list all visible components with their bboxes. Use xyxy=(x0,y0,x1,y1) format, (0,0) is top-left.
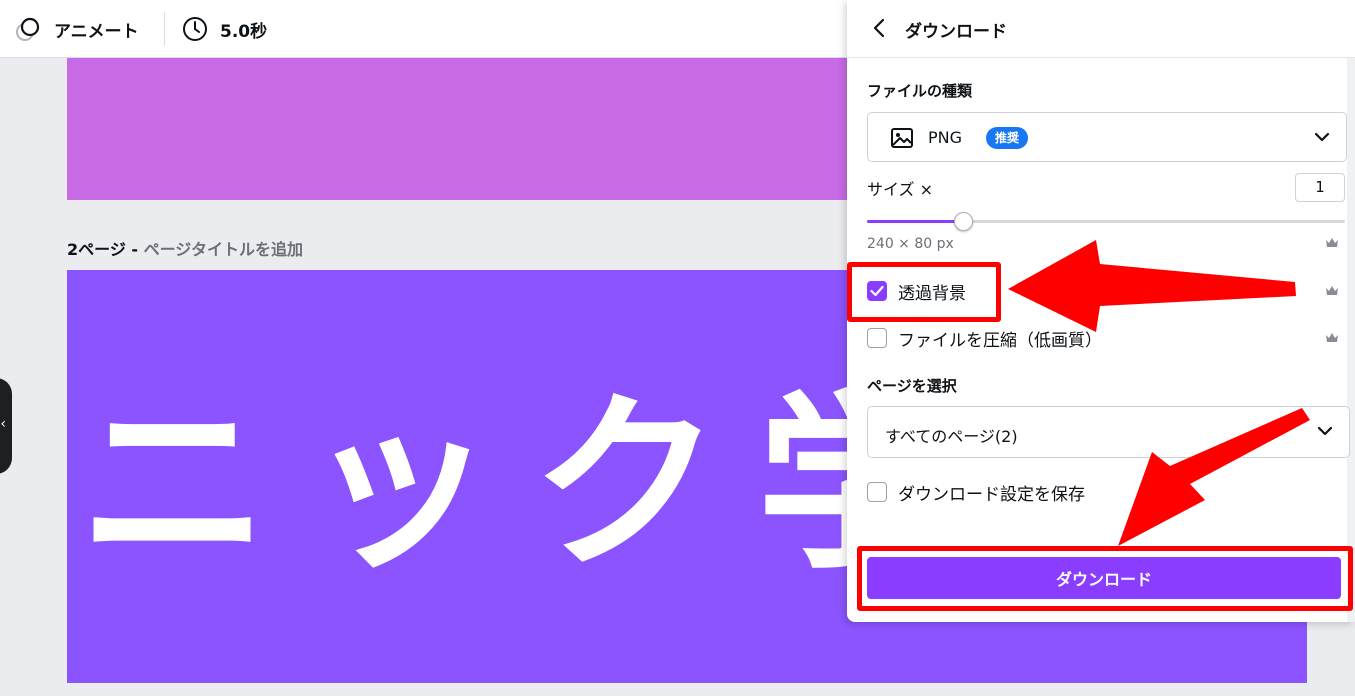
crown-icon xyxy=(1326,333,1338,342)
compress-file-checkbox[interactable]: ファイルを圧縮（低画質） xyxy=(867,326,1102,351)
transparent-bg-label: 透過背景 xyxy=(898,283,966,304)
toolbar-divider xyxy=(164,12,165,46)
pages-select[interactable]: すべてのページ(2) xyxy=(867,406,1350,458)
save-settings-checkbox[interactable]: ダウンロード設定を保存 xyxy=(867,480,1085,505)
page-2-label: 2ページ - ページタイトルを追加 xyxy=(67,236,303,260)
duration-button[interactable]: 5.0秒 xyxy=(182,0,267,58)
file-type-value: PNG xyxy=(928,128,963,147)
animate-circles-icon xyxy=(16,17,40,41)
side-panel-toggle[interactable]: ‹ xyxy=(0,378,12,474)
panel-header: ダウンロード xyxy=(847,0,1355,58)
size-input[interactable]: 1 xyxy=(1295,173,1345,202)
size-slider[interactable] xyxy=(867,212,1345,231)
chevron-left-icon: ‹ xyxy=(0,416,6,432)
chevron-down-icon xyxy=(1317,426,1333,436)
size-slider-handle[interactable] xyxy=(953,212,973,231)
duration-label: 5.0秒 xyxy=(220,21,268,42)
page-1-canvas[interactable] xyxy=(67,58,847,200)
save-settings-box[interactable] xyxy=(867,482,887,502)
clock-icon xyxy=(183,17,207,41)
crown-icon xyxy=(1326,286,1338,295)
crown-icon xyxy=(1326,238,1338,247)
chevron-down-icon xyxy=(1314,132,1330,142)
animate-button[interactable]: アニメート xyxy=(14,0,139,58)
compress-file-label: ファイルを圧縮（低画質） xyxy=(898,330,1102,351)
dimensions-readout: 240 × 80 px xyxy=(867,236,954,252)
select-pages-label: ページを選択 xyxy=(867,377,957,395)
size-label: サイズ × xyxy=(867,180,934,199)
animate-label: アニメート xyxy=(54,21,139,42)
transparent-bg-checkbox[interactable]: 透過背景 xyxy=(867,279,966,304)
recommended-badge: 推奨 xyxy=(986,127,1029,149)
page-2-number: 2ページ - xyxy=(67,240,139,259)
panel-scrollbar[interactable] xyxy=(1347,58,1355,622)
file-type-select[interactable]: PNG 推奨 xyxy=(867,112,1347,162)
panel-title: ダウンロード xyxy=(905,22,1007,42)
file-type-label: ファイルの種類 xyxy=(867,82,973,100)
image-icon xyxy=(891,128,913,148)
transparent-bg-box[interactable] xyxy=(867,281,887,301)
size-slider-fill xyxy=(867,220,963,223)
compress-file-box[interactable] xyxy=(867,328,887,348)
download-panel: ダウンロード ファイルの種類 PNG 推奨 サイズ × 1 240 × 80 p… xyxy=(847,0,1355,622)
checkmark-icon xyxy=(870,285,884,297)
chevron-left-icon xyxy=(873,18,885,38)
page-2-title-input[interactable]: ページタイトルを追加 xyxy=(144,240,303,259)
back-button[interactable] xyxy=(865,14,893,42)
pages-value: すべてのページ(2) xyxy=(885,427,1018,446)
download-button[interactable]: ダウンロード xyxy=(867,557,1341,599)
save-settings-label: ダウンロード設定を保存 xyxy=(898,484,1085,505)
